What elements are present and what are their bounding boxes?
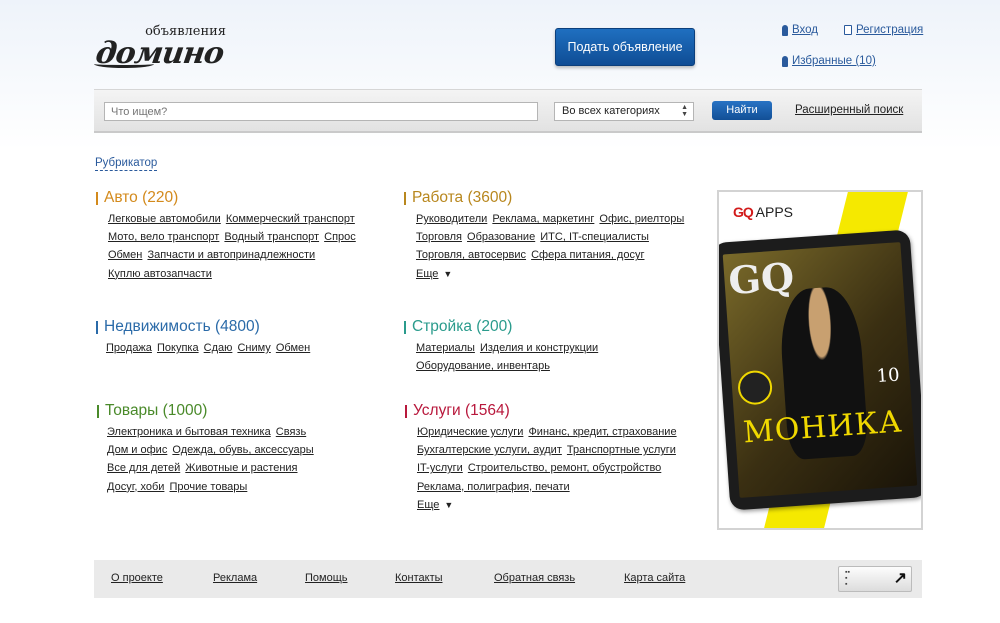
category-link[interactable]: Реклама, маркетинг: [492, 213, 594, 225]
user-links: Вход Регистрация Избранные (10): [782, 24, 982, 74]
search-bar: Во всех категориях ▲▼ Найти Расширенный …: [94, 89, 922, 133]
category-link[interactable]: Материалы: [416, 342, 475, 354]
more-label: Еще: [416, 267, 439, 280]
footer-link-ads[interactable]: Реклама: [213, 572, 257, 584]
cover-number: 10: [875, 364, 901, 388]
advanced-search-link[interactable]: Расширенный поиск: [795, 104, 903, 116]
category-link[interactable]: Запчасти и автопринадлежности: [147, 249, 315, 261]
rubricator-link[interactable]: Рубрикатор: [95, 157, 158, 171]
category-link[interactable]: Продажа: [106, 342, 152, 354]
footer-link-help[interactable]: Помощь: [305, 572, 348, 584]
updown-arrow-icon: ▲ ▼: [681, 104, 688, 118]
search-input[interactable]: [104, 102, 538, 121]
category-title[interactable]: Услуги (1564): [405, 402, 705, 420]
pin-icon: [782, 55, 788, 67]
more-link[interactable]: Еще ▼: [416, 265, 454, 283]
category-link[interactable]: Строительство, ремонт, обустройство: [468, 462, 661, 474]
category-link[interactable]: Животные и растения: [185, 462, 297, 474]
category-link[interactable]: Обмен: [276, 342, 310, 354]
key-icon: [782, 24, 788, 36]
category-link[interactable]: Мото, вело транспорт: [108, 231, 219, 243]
category-title[interactable]: Авто (220): [96, 189, 396, 207]
category-link[interactable]: Изделия и конструкции: [480, 342, 598, 354]
category-link[interactable]: Сфера питания, досуг: [531, 249, 644, 261]
category-link[interactable]: Досуг, хоби: [107, 481, 164, 493]
category-link[interactable]: Сдаю: [204, 342, 233, 354]
category-title[interactable]: Товары (1000): [97, 402, 397, 420]
category-link[interactable]: Связь: [276, 426, 306, 438]
category-select-value: Во всех категориях: [562, 105, 660, 117]
logo-swoosh: [94, 60, 154, 68]
category-link[interactable]: Офис, риелторы: [599, 213, 684, 225]
gq-logo-text: GQ: [733, 204, 754, 220]
category-nedvizhimost: Недвижимость (4800) Продажа Покупка Сдаю…: [96, 318, 396, 357]
find-button[interactable]: Найти: [712, 101, 772, 120]
category-uslugi: Услуги (1564) Юридические услуги Финанс,…: [405, 402, 705, 514]
footer: О проекте Реклама Помощь Контакты Обратн…: [94, 560, 922, 598]
scroll-up-button[interactable]: ▪▪ ▪ ▪ ↗: [838, 566, 912, 592]
apps-logo-text: APPS: [755, 204, 794, 220]
more-link[interactable]: Еще ▼: [417, 496, 455, 514]
footer-link-feedback[interactable]: Обратная связь: [494, 572, 575, 584]
cover-gq-logo: GQ: [726, 253, 796, 304]
category-title[interactable]: Работа (3600): [404, 189, 704, 207]
category-link[interactable]: Одежда, обувь, аксессуары: [172, 444, 313, 456]
category-link[interactable]: Электроника и бытовая техника: [107, 426, 271, 438]
category-link[interactable]: Дом и офис: [107, 444, 167, 456]
category-link[interactable]: Реклама, полиграфия, печати: [417, 481, 570, 493]
favorites-link[interactable]: Избранные (10): [782, 55, 876, 67]
category-link[interactable]: Водный транспорт: [224, 231, 319, 243]
category-link[interactable]: Руководители: [416, 213, 487, 225]
category-link[interactable]: Сниму: [237, 342, 270, 354]
footer-link-sitemap[interactable]: Карта сайта: [624, 572, 685, 584]
category-link[interactable]: Торговля, автосервис: [416, 249, 526, 261]
site-logo[interactable]: объявления домино: [94, 22, 234, 72]
triangle-down-icon: ▼: [444, 499, 454, 510]
login-label: Вход: [792, 24, 819, 36]
category-link[interactable]: Покупка: [157, 342, 199, 354]
category-rabota: Работа (3600) Руководители Реклама, марк…: [404, 189, 704, 283]
category-stroyka: Стройка (200) Материалы Изделия и констр…: [404, 318, 704, 375]
category-link[interactable]: Обмен: [108, 249, 142, 261]
category-link[interactable]: Транспортные услуги: [567, 444, 676, 456]
category-link[interactable]: Все для детей: [107, 462, 180, 474]
category-link[interactable]: Юридические услуги: [417, 426, 523, 438]
arrow-upright-icon: ↗: [893, 570, 907, 587]
footer-link-about[interactable]: О проекте: [111, 572, 163, 584]
category-select[interactable]: Во всех категориях ▲ ▼: [554, 102, 694, 121]
document-icon: [844, 25, 852, 35]
triangle-down-icon: ▼: [443, 268, 453, 279]
category-link[interactable]: Образование: [467, 231, 535, 243]
tablet-image: GQ 10 МОНИКА: [719, 229, 921, 511]
magazine-cover: GQ 10 МОНИКА: [722, 242, 918, 498]
cover-headline: МОНИКА: [741, 404, 904, 451]
category-link[interactable]: Финанс, кредит, страхование: [528, 426, 676, 438]
gq-apps-logo: GQ APPS: [733, 204, 793, 220]
category-link[interactable]: Торговля: [416, 231, 462, 243]
category-link[interactable]: Коммерческий транспорт: [226, 213, 355, 225]
category-link[interactable]: IT-услуги: [417, 462, 463, 474]
register-label: Регистрация: [856, 24, 924, 36]
grid-dots-icon: ▪▪ ▪ ▪: [845, 569, 850, 588]
more-label: Еще: [417, 498, 440, 511]
login-link[interactable]: Вход: [782, 24, 818, 36]
category-title[interactable]: Стройка (200): [404, 318, 704, 336]
category-link[interactable]: Прочие товары: [169, 481, 247, 493]
category-link[interactable]: Оборудование, инвентарь: [416, 360, 550, 372]
category-link[interactable]: Спрос: [324, 231, 356, 243]
category-link[interactable]: Куплю автозапчасти: [108, 268, 212, 280]
post-ad-button[interactable]: Подать объявление: [555, 28, 695, 66]
category-tovary: Товары (1000) Электроника и бытовая техн…: [97, 402, 397, 496]
footer-link-contacts[interactable]: Контакты: [395, 572, 443, 584]
category-avto: Авто (220) Легковые автомобили Коммерчес…: [96, 189, 396, 283]
category-link[interactable]: Бухгалтерские услуги, аудит: [417, 444, 562, 456]
category-link[interactable]: ИТС, IT-специалисты: [540, 231, 649, 243]
category-title[interactable]: Недвижимость (4800): [96, 318, 396, 336]
cover-sticker: [736, 369, 774, 406]
register-link[interactable]: Регистрация: [844, 24, 923, 36]
favorites-label: Избранные (10): [792, 55, 876, 67]
category-link[interactable]: Легковые автомобили: [108, 213, 221, 225]
gq-apps-banner[interactable]: GQ APPS GQ 10 МОНИКА: [717, 190, 923, 530]
